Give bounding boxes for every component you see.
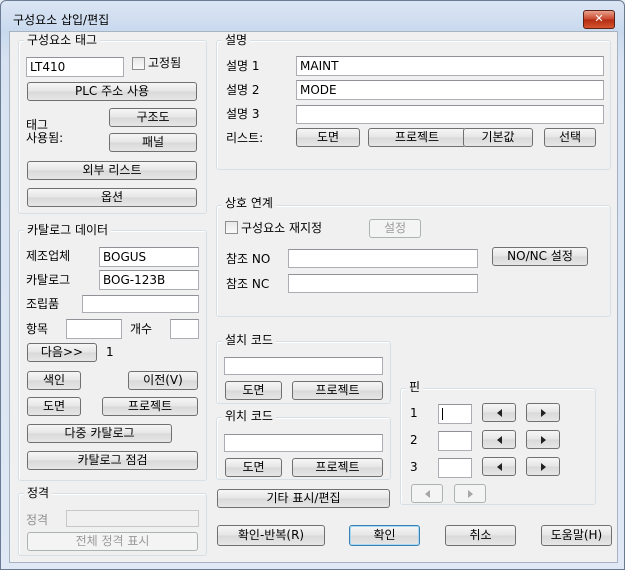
- pin-2-label: 2: [410, 433, 418, 447]
- rating-group-label: 정격: [24, 486, 53, 500]
- pin-3-label: 3: [410, 460, 418, 474]
- location-project-button[interactable]: 프로젝트: [292, 458, 383, 477]
- item-input[interactable]: [66, 319, 122, 339]
- lookup-button[interactable]: 색인: [27, 371, 81, 390]
- chevron-right-icon: [540, 462, 546, 471]
- help-button[interactable]: 도움말(H): [541, 525, 612, 546]
- description-1-input[interactable]: MAINT: [296, 56, 604, 76]
- pin-1-input[interactable]: [438, 404, 472, 424]
- multi-catalog-button[interactable]: 다중 카탈로그: [27, 424, 172, 443]
- install-drawing-button[interactable]: 도면: [225, 381, 282, 400]
- options-button[interactable]: 옵션: [27, 188, 197, 207]
- assembly-label: 조립품: [26, 297, 60, 311]
- chevron-right-icon: [540, 435, 546, 444]
- ok-button[interactable]: 확인: [349, 525, 420, 546]
- description-2-label: 설명 2: [226, 83, 260, 97]
- tag-group-label: 구성요소 태그: [24, 33, 101, 47]
- cancel-button[interactable]: 취소: [445, 525, 516, 546]
- fixed-label: 고정됨: [148, 56, 182, 70]
- ok-repeat-button[interactable]: 확인-반복(R): [217, 525, 325, 546]
- count-label: 개수: [130, 322, 153, 336]
- window-title: 구성요소 삽입/편집: [13, 13, 110, 27]
- tag-used-label-2: 사용됨:: [26, 131, 64, 145]
- manufacturer-input[interactable]: BOGUS: [99, 247, 199, 267]
- list-label: 리스트:: [226, 131, 264, 145]
- external-list-button[interactable]: 외부 리스트: [27, 161, 197, 180]
- previous-button[interactable]: 이전(V): [128, 371, 198, 390]
- dialog-window: 구성요소 삽입/편집 ✕ 구성요소 태그 LT410 고정됨 PLC 주소 사용…: [0, 0, 625, 570]
- pin-3-input[interactable]: [438, 458, 472, 478]
- catalog-label: 카탈로그: [26, 273, 71, 287]
- install-input[interactable]: [224, 357, 383, 375]
- chevron-left-icon: [496, 435, 502, 444]
- plc-address-button[interactable]: PLC 주소 사용: [27, 82, 197, 101]
- count-input[interactable]: [170, 319, 199, 339]
- panel-button[interactable]: 패널: [109, 133, 197, 152]
- fixed-checkbox[interactable]: [132, 57, 145, 70]
- chevron-left-icon: [496, 408, 502, 417]
- pin-3-prev-button[interactable]: [482, 457, 516, 476]
- text-caret: [442, 408, 443, 420]
- description-group-label: 설명: [222, 33, 251, 47]
- ref-nc-label: 참조 NC: [226, 277, 270, 291]
- install-group-label: 설치 코드: [222, 333, 276, 347]
- pins-next-button[interactable]: [454, 484, 486, 503]
- catalog-check-button[interactable]: 카탈로그 점검: [27, 451, 198, 470]
- defaults-button[interactable]: 기본값: [463, 128, 533, 147]
- description-drawing-button[interactable]: 도면: [296, 128, 360, 147]
- pin-2-next-button[interactable]: [526, 430, 560, 449]
- location-input[interactable]: [224, 434, 383, 452]
- pins-prev-button[interactable]: [411, 484, 443, 503]
- location-drawing-button[interactable]: 도면: [225, 458, 282, 477]
- tag-input[interactable]: LT410: [26, 57, 124, 77]
- pin-1-next-button[interactable]: [526, 403, 560, 422]
- item-label: 항목: [26, 322, 49, 336]
- pin-1-prev-button[interactable]: [482, 403, 516, 422]
- crossref-group-label: 상호 연계: [222, 196, 276, 210]
- description-1-label: 설명 1: [226, 59, 260, 73]
- pins-group-label: 핀: [406, 380, 424, 394]
- next-button[interactable]: 다음>>: [27, 343, 97, 362]
- pin-3-next-button[interactable]: [526, 457, 560, 476]
- location-group-label: 위치 코드: [222, 409, 276, 423]
- ref-no-label: 참조 NO: [226, 252, 271, 266]
- assembly-input[interactable]: [82, 295, 199, 313]
- ref-no-input[interactable]: [288, 249, 478, 268]
- catalog-group-label: 카탈로그 데이터: [24, 223, 112, 237]
- install-project-button[interactable]: 프로젝트: [292, 381, 383, 400]
- next-count: 1: [106, 345, 114, 359]
- description-project-button[interactable]: 프로젝트: [368, 128, 466, 147]
- other-display-button[interactable]: 기타 표시/편집: [217, 489, 390, 508]
- rating-input[interactable]: [66, 510, 199, 527]
- close-icon: ✕: [594, 12, 604, 25]
- chevron-right-icon: [540, 408, 546, 417]
- catalog-input[interactable]: BOG-123B: [99, 270, 199, 290]
- close-button[interactable]: ✕: [583, 10, 615, 29]
- pin-1-label: 1: [410, 406, 418, 420]
- catalog-drawing-button[interactable]: 도면: [27, 397, 81, 416]
- description-2-input[interactable]: MODE: [296, 80, 604, 100]
- pick-button[interactable]: 선택: [544, 128, 596, 147]
- rating-label: 정격: [26, 513, 49, 527]
- show-all-ratings-button[interactable]: 전체 정격 표시: [27, 532, 198, 551]
- chevron-left-icon: [424, 489, 430, 498]
- description-3-input[interactable]: [296, 105, 604, 124]
- dialog-client: 구성요소 태그 LT410 고정됨 PLC 주소 사용 태그 사용됨: 구조도 …: [9, 31, 618, 563]
- chevron-right-icon: [467, 489, 473, 498]
- nonc-setup-button[interactable]: NO/NC 설정: [492, 247, 588, 266]
- pin-2-input[interactable]: [438, 431, 472, 451]
- manufacturer-label: 제조업체: [26, 249, 71, 263]
- description-3-label: 설명 3: [226, 107, 260, 121]
- pin-2-prev-button[interactable]: [482, 430, 516, 449]
- ref-nc-input[interactable]: [288, 274, 478, 293]
- chevron-left-icon: [496, 462, 502, 471]
- setup-button[interactable]: 설정: [369, 219, 421, 238]
- schematic-button[interactable]: 구조도: [109, 108, 197, 127]
- catalog-project-button[interactable]: 프로젝트: [102, 397, 198, 416]
- override-label: 구성요소 재지정: [241, 221, 323, 235]
- override-checkbox[interactable]: [225, 221, 238, 234]
- tag-used-label: 태그: [26, 118, 49, 132]
